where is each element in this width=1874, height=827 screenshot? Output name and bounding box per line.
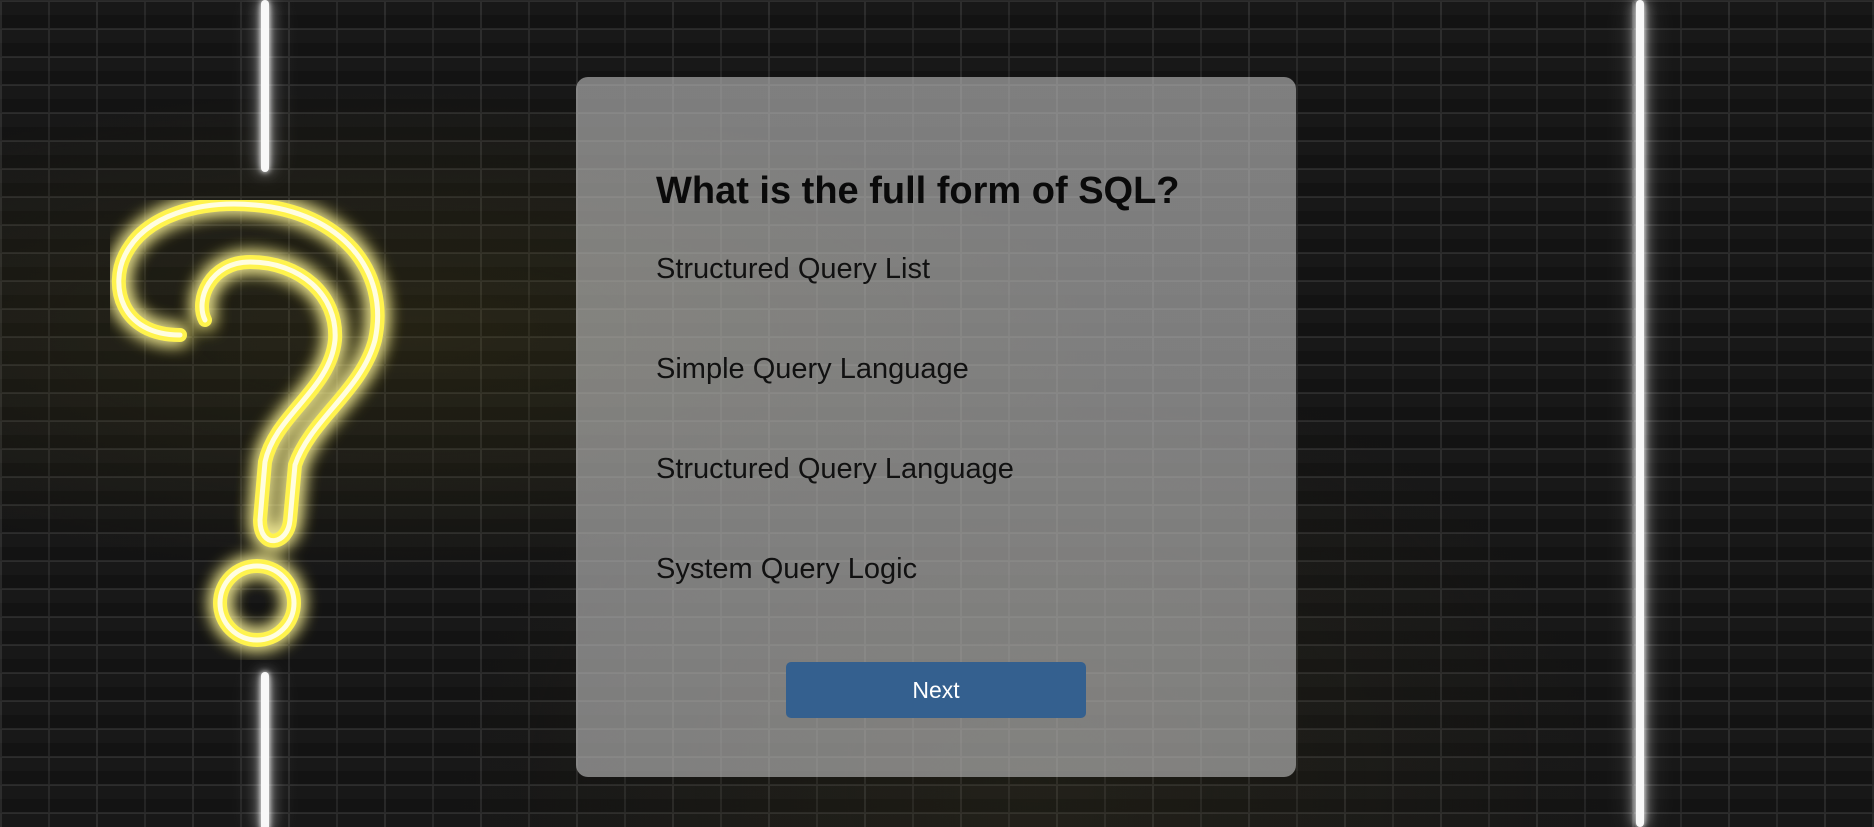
next-button[interactable]: Next	[786, 662, 1086, 718]
neon-light-bar-right	[1636, 0, 1644, 827]
question-title: What is the full form of SQL?	[656, 170, 1180, 212]
quiz-card: What is the full form of SQL? Structured…	[576, 77, 1296, 777]
neon-light-bar-left-bottom	[261, 672, 269, 827]
neon-question-mark-icon	[111, 200, 385, 647]
neon-light-bar-left-top	[261, 0, 269, 172]
answer-option[interactable]: Structured Query List	[656, 251, 1216, 351]
answer-options-list: Structured Query List Simple Query Langu…	[656, 251, 1216, 651]
answer-option[interactable]: Simple Query Language	[656, 351, 1216, 451]
answer-option[interactable]: System Query Logic	[656, 551, 1216, 651]
answer-option[interactable]: Structured Query Language	[656, 451, 1216, 551]
